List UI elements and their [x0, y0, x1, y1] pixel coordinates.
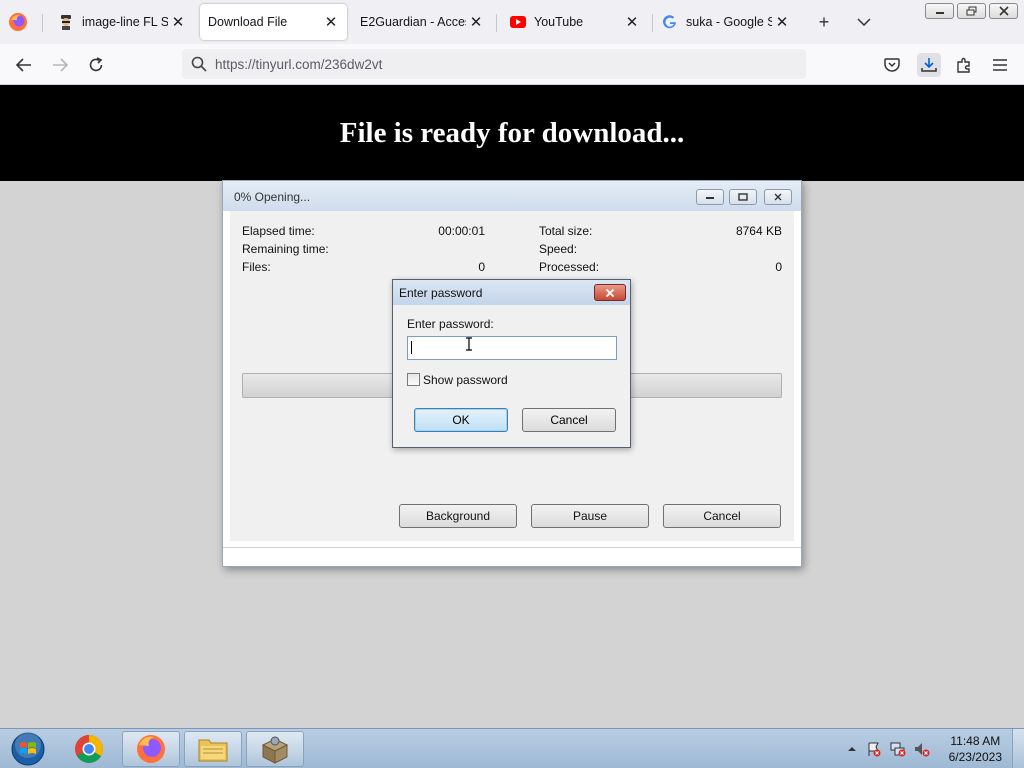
ok-button[interactable]: OK [414, 408, 508, 432]
elapsed-time-value: 00:00:01 [438, 224, 485, 238]
speed-label: Speed: [539, 242, 578, 256]
tab-separator [42, 14, 43, 32]
tab-google-search[interactable]: suka - Google Search ✕ [654, 4, 798, 40]
tab-title: suka - Google Search [686, 15, 772, 29]
dialog-cancel-button[interactable]: Cancel [522, 408, 616, 432]
tab-download-file[interactable]: Download File ✕ [200, 4, 347, 40]
close-icon[interactable] [594, 284, 626, 301]
downloads-icon[interactable] [917, 53, 941, 77]
dialog-titlebar[interactable]: Enter password [393, 280, 630, 305]
files-value: 0 [478, 260, 485, 274]
total-size-value: 8764 KB [735, 224, 782, 238]
processed-label: Processed: [539, 260, 600, 274]
tab-close-icon[interactable]: ✕ [321, 12, 341, 32]
chrome-icon [75, 735, 103, 763]
cancel-button[interactable]: Cancel [663, 504, 781, 528]
taskbar-firefox[interactable] [122, 731, 180, 767]
search-icon [191, 56, 207, 72]
close-icon[interactable] [764, 189, 792, 205]
start-button[interactable] [6, 731, 50, 767]
show-desktop-button[interactable] [1012, 729, 1024, 768]
page-banner: File is ready for download... [0, 85, 1024, 181]
system-clock[interactable]: 11:48 AM 6/23/2023 [949, 733, 1002, 765]
reload-icon[interactable] [85, 54, 107, 76]
file-explorer-icon [198, 739, 228, 762]
password-label: Enter password: [407, 317, 494, 331]
youtube-icon [510, 14, 526, 30]
taskbar-file-explorer[interactable] [184, 731, 242, 767]
tab-close-icon[interactable]: ✕ [168, 12, 188, 32]
dialog-title: Enter password [399, 286, 483, 300]
address-bar[interactable]: https://tinyurl.com/236dw2vt [182, 49, 806, 79]
tab-close-icon[interactable]: ✕ [772, 12, 792, 32]
spy-avatar-icon [58, 14, 74, 30]
clock-time: 11:48 AM [950, 734, 1001, 748]
tab-close-icon[interactable]: ✕ [466, 12, 486, 32]
enter-password-dialog: Enter password Enter password: Show pass… [392, 279, 631, 448]
taskbar-installer[interactable] [246, 731, 304, 767]
tab-title: image-line FL Studio [82, 15, 168, 29]
show-hidden-icons-arrow-icon[interactable] [844, 741, 860, 757]
tab-title: E2Guardian - Access Denied [360, 15, 466, 29]
show-password-label[interactable]: Show password [423, 373, 508, 387]
background-button[interactable]: Background [399, 504, 517, 528]
tab-e2guardian[interactable]: E2Guardian - Access Denied ✕ [352, 4, 492, 40]
text-caret [411, 341, 412, 354]
remaining-time-label: Remaining time: [242, 242, 329, 256]
files-label: Files: [242, 260, 271, 274]
hamburger-menu-icon[interactable] [989, 54, 1011, 76]
tab-close-icon[interactable]: ✕ [622, 12, 642, 32]
minimize-window-icon[interactable] [925, 3, 954, 19]
processed-value: 0 [775, 260, 782, 274]
action-center-flag-icon[interactable] [866, 741, 882, 757]
pocket-icon[interactable] [881, 54, 903, 76]
new-tab-plus-icon[interactable]: + [814, 12, 834, 32]
list-all-tabs-chevron-icon[interactable] [854, 12, 874, 32]
show-password-checkbox[interactable] [407, 373, 420, 386]
browser-tab-strip: image-line FL Studio ✕ Download File ✕ E… [0, 0, 1024, 44]
volume-muted-icon[interactable] [914, 741, 930, 757]
window-titlebar[interactable]: 0% Opening... [223, 181, 801, 211]
firefox-icon [137, 735, 165, 763]
total-size-label: Total size: [539, 224, 593, 238]
restore-window-icon[interactable] [957, 3, 986, 19]
password-input[interactable] [407, 336, 617, 360]
firefox-view-icon[interactable] [8, 12, 28, 32]
url-text: https://tinyurl.com/236dw2vt [215, 56, 383, 72]
tab-title: Download File [208, 15, 288, 29]
extensions-puzzle-icon[interactable] [953, 54, 975, 76]
navigation-toolbar: https://tinyurl.com/236dw2vt [0, 44, 1024, 85]
tab-youtube[interactable]: YouTube ✕ [500, 4, 648, 40]
taskbar-chrome[interactable] [60, 731, 118, 767]
back-arrow-icon[interactable] [13, 54, 35, 76]
google-icon [662, 14, 678, 30]
page-title: File is ready for download... [339, 116, 685, 149]
clock-date: 6/23/2023 [948, 750, 1002, 764]
text-cursor-ibeam-icon [466, 337, 472, 351]
pause-button[interactable]: Pause [531, 504, 649, 528]
window-divider [223, 547, 801, 548]
forward-arrow-icon[interactable] [49, 54, 71, 76]
minimize-icon[interactable] [696, 189, 724, 205]
close-window-icon[interactable] [989, 3, 1018, 19]
tab-title: YouTube [534, 15, 584, 29]
elapsed-time-label: Elapsed time: [242, 224, 315, 238]
network-icon[interactable] [890, 741, 906, 757]
tab-separator [652, 14, 653, 32]
window-title: 0% Opening... [234, 190, 311, 204]
tab-separator [496, 14, 497, 32]
windows-logo-icon [11, 732, 45, 766]
windows-taskbar: 11:48 AM 6/23/2023 [0, 728, 1024, 768]
tab-image-line[interactable]: image-line FL Studio ✕ [44, 4, 194, 40]
archive-installer-icon [261, 736, 289, 764]
maximize-icon[interactable] [729, 189, 757, 205]
